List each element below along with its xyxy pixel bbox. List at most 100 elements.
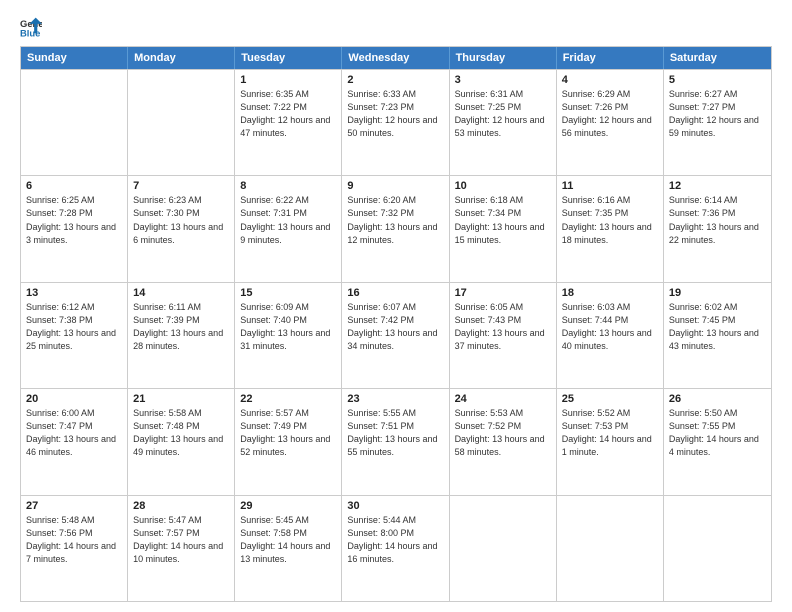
day-info: Sunrise: 6:02 AM Sunset: 7:45 PM Dayligh…	[669, 301, 766, 353]
day-info: Sunrise: 6:11 AM Sunset: 7:39 PM Dayligh…	[133, 301, 229, 353]
cal-cell-1-1	[21, 70, 128, 175]
cal-cell-1-2	[128, 70, 235, 175]
cal-cell-2-7: 12 Sunrise: 6:14 AM Sunset: 7:36 PM Dayli…	[664, 176, 771, 281]
cal-cell-1-6: 4Sunrise: 6:29 AM Sunset: 7:26 PM Daylig…	[557, 70, 664, 175]
day-number: 29	[240, 500, 336, 512]
page: General Blue SundayMondayTuesdayWednesda…	[0, 0, 792, 612]
day-number: 5	[669, 74, 766, 86]
cal-cell-3-4: 16 Sunrise: 6:07 AM Sunset: 7:42 PM Dayli…	[342, 283, 449, 388]
day-number: 18	[562, 287, 658, 299]
day-info: Sunrise: 5:52 AM Sunset: 7:53 PM Dayligh…	[562, 407, 658, 459]
day-info: Sunrise: 6:03 AM Sunset: 7:44 PM Dayligh…	[562, 301, 658, 353]
day-info: Sunrise: 6:05 AM Sunset: 7:43 PM Dayligh…	[455, 301, 551, 353]
day-info: Sunrise: 5:48 AM Sunset: 7:56 PM Dayligh…	[26, 514, 122, 566]
day-info: Sunrise: 6:25 AM Sunset: 7:28 PM Dayligh…	[26, 194, 122, 246]
cal-cell-3-7: 19 Sunrise: 6:02 AM Sunset: 7:45 PM Dayli…	[664, 283, 771, 388]
day-number: 24	[455, 393, 551, 405]
cal-cell-2-5: 10 Sunrise: 6:18 AM Sunset: 7:34 PM Dayli…	[450, 176, 557, 281]
calendar: SundayMondayTuesdayWednesdayThursdayFrid…	[20, 46, 772, 602]
cal-cell-3-2: 14 Sunrise: 6:11 AM Sunset: 7:39 PM Dayli…	[128, 283, 235, 388]
day-info: Sunrise: 5:53 AM Sunset: 7:52 PM Dayligh…	[455, 407, 551, 459]
cal-header-cell-tuesday: Tuesday	[235, 47, 342, 69]
cal-week-5: 27 Sunrise: 5:48 AM Sunset: 7:56 PM Dayli…	[21, 495, 771, 601]
day-info: Sunrise: 6:23 AM Sunset: 7:30 PM Dayligh…	[133, 194, 229, 246]
cal-header-cell-saturday: Saturday	[664, 47, 771, 69]
header: General Blue	[20, 16, 772, 38]
logo: General Blue	[20, 16, 46, 38]
day-number: 8	[240, 180, 336, 192]
day-info: Sunrise: 5:58 AM Sunset: 7:48 PM Dayligh…	[133, 407, 229, 459]
day-info: Sunrise: 6:07 AM Sunset: 7:42 PM Dayligh…	[347, 301, 443, 353]
cal-cell-1-7: 5 Sunrise: 6:27 AM Sunset: 7:27 PM Daylig…	[664, 70, 771, 175]
cal-week-2: 6 Sunrise: 6:25 AM Sunset: 7:28 PM Daylig…	[21, 175, 771, 281]
day-number: 21	[133, 393, 229, 405]
cal-cell-3-5: 17 Sunrise: 6:05 AM Sunset: 7:43 PM Dayli…	[450, 283, 557, 388]
cal-header-cell-thursday: Thursday	[450, 47, 557, 69]
day-number: 26	[669, 393, 766, 405]
cal-cell-2-3: 8 Sunrise: 6:22 AM Sunset: 7:31 PM Daylig…	[235, 176, 342, 281]
cal-header-cell-sunday: Sunday	[21, 47, 128, 69]
day-number: 16	[347, 287, 443, 299]
cal-cell-4-2: 21 Sunrise: 5:58 AM Sunset: 7:48 PM Dayli…	[128, 389, 235, 494]
cal-cell-1-5: 3Sunrise: 6:31 AM Sunset: 7:25 PM Daylig…	[450, 70, 557, 175]
cal-week-3: 13Sunrise: 6:12 AM Sunset: 7:38 PM Dayli…	[21, 282, 771, 388]
cal-header-cell-friday: Friday	[557, 47, 664, 69]
day-number: 10	[455, 180, 551, 192]
cal-cell-2-4: 9 Sunrise: 6:20 AM Sunset: 7:32 PM Daylig…	[342, 176, 449, 281]
day-info: Sunrise: 5:55 AM Sunset: 7:51 PM Dayligh…	[347, 407, 443, 459]
day-number: 12	[669, 180, 766, 192]
day-info: Sunrise: 6:22 AM Sunset: 7:31 PM Dayligh…	[240, 194, 336, 246]
day-number: 1	[240, 74, 336, 86]
cal-cell-3-3: 15Sunrise: 6:09 AM Sunset: 7:40 PM Dayli…	[235, 283, 342, 388]
day-info: Sunrise: 5:50 AM Sunset: 7:55 PM Dayligh…	[669, 407, 766, 459]
calendar-header-row: SundayMondayTuesdayWednesdayThursdayFrid…	[21, 47, 771, 69]
day-number: 17	[455, 287, 551, 299]
day-info: Sunrise: 6:33 AM Sunset: 7:23 PM Dayligh…	[347, 88, 443, 140]
day-info: Sunrise: 6:16 AM Sunset: 7:35 PM Dayligh…	[562, 194, 658, 246]
day-number: 19	[669, 287, 766, 299]
day-number: 15	[240, 287, 336, 299]
svg-text:Blue: Blue	[20, 27, 40, 38]
cal-cell-5-1: 27 Sunrise: 5:48 AM Sunset: 7:56 PM Dayli…	[21, 496, 128, 601]
cal-cell-5-6	[557, 496, 664, 601]
day-info: Sunrise: 5:57 AM Sunset: 7:49 PM Dayligh…	[240, 407, 336, 459]
day-number: 9	[347, 180, 443, 192]
cal-cell-4-6: 25 Sunrise: 5:52 AM Sunset: 7:53 PM Dayli…	[557, 389, 664, 494]
day-number: 27	[26, 500, 122, 512]
day-info: Sunrise: 6:27 AM Sunset: 7:27 PM Dayligh…	[669, 88, 766, 140]
calendar-body: 1Sunrise: 6:35 AM Sunset: 7:22 PM Daylig…	[21, 69, 771, 601]
day-info: Sunrise: 6:29 AM Sunset: 7:26 PM Dayligh…	[562, 88, 658, 140]
day-info: Sunrise: 6:18 AM Sunset: 7:34 PM Dayligh…	[455, 194, 551, 246]
cal-cell-5-3: 29 Sunrise: 5:45 AM Sunset: 7:58 PM Dayli…	[235, 496, 342, 601]
cal-week-4: 20Sunrise: 6:00 AM Sunset: 7:47 PM Dayli…	[21, 388, 771, 494]
cal-cell-5-2: 28 Sunrise: 5:47 AM Sunset: 7:57 PM Dayli…	[128, 496, 235, 601]
day-info: Sunrise: 6:14 AM Sunset: 7:36 PM Dayligh…	[669, 194, 766, 246]
day-number: 25	[562, 393, 658, 405]
day-number: 6	[26, 180, 122, 192]
cal-header-cell-monday: Monday	[128, 47, 235, 69]
day-number: 23	[347, 393, 443, 405]
day-number: 22	[240, 393, 336, 405]
day-number: 14	[133, 287, 229, 299]
day-info: Sunrise: 5:47 AM Sunset: 7:57 PM Dayligh…	[133, 514, 229, 566]
cal-cell-3-6: 18 Sunrise: 6:03 AM Sunset: 7:44 PM Dayli…	[557, 283, 664, 388]
cal-cell-4-4: 23 Sunrise: 5:55 AM Sunset: 7:51 PM Dayli…	[342, 389, 449, 494]
day-number: 11	[562, 180, 658, 192]
day-number: 28	[133, 500, 229, 512]
day-info: Sunrise: 5:44 AM Sunset: 8:00 PM Dayligh…	[347, 514, 443, 566]
day-number: 30	[347, 500, 443, 512]
logo-icon: General Blue	[20, 16, 42, 38]
cal-cell-1-4: 2 Sunrise: 6:33 AM Sunset: 7:23 PM Daylig…	[342, 70, 449, 175]
day-info: Sunrise: 5:45 AM Sunset: 7:58 PM Dayligh…	[240, 514, 336, 566]
cal-cell-4-5: 24 Sunrise: 5:53 AM Sunset: 7:52 PM Dayli…	[450, 389, 557, 494]
day-info: Sunrise: 6:20 AM Sunset: 7:32 PM Dayligh…	[347, 194, 443, 246]
cal-cell-4-3: 22 Sunrise: 5:57 AM Sunset: 7:49 PM Dayli…	[235, 389, 342, 494]
cal-week-1: 1Sunrise: 6:35 AM Sunset: 7:22 PM Daylig…	[21, 69, 771, 175]
day-info: Sunrise: 6:12 AM Sunset: 7:38 PM Dayligh…	[26, 301, 122, 353]
day-number: 7	[133, 180, 229, 192]
cal-cell-4-7: 26 Sunrise: 5:50 AM Sunset: 7:55 PM Dayli…	[664, 389, 771, 494]
day-number: 20	[26, 393, 122, 405]
day-info: Sunrise: 6:31 AM Sunset: 7:25 PM Dayligh…	[455, 88, 551, 140]
cal-header-cell-wednesday: Wednesday	[342, 47, 449, 69]
day-number: 2	[347, 74, 443, 86]
